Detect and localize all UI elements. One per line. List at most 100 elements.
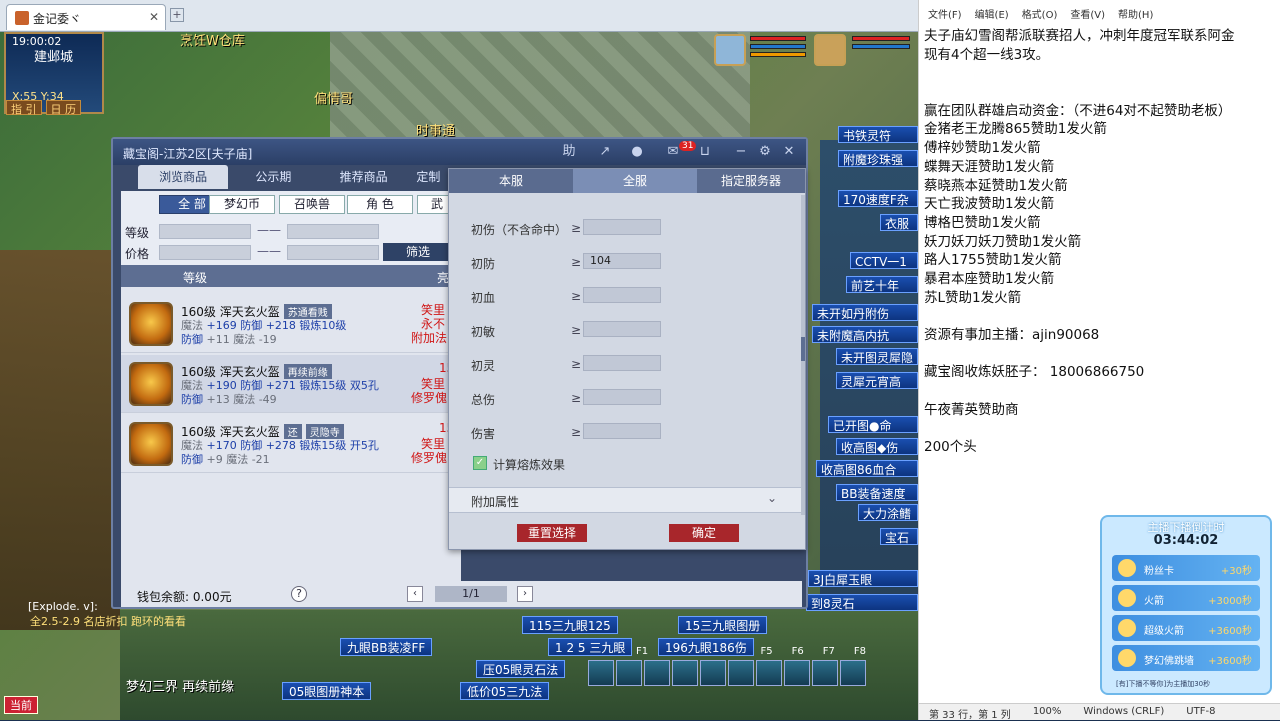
stall-sign[interactable]: 衣服 — [880, 214, 918, 231]
guide-button[interactable]: 指 引 — [6, 100, 42, 116]
stall-sign[interactable]: 收高图◆伤 — [836, 438, 918, 455]
filter-input[interactable] — [583, 219, 661, 235]
stall-sign[interactable]: 收高图86血合 — [816, 460, 918, 477]
stall-sign[interactable]: 15三九眼图册 — [678, 616, 768, 634]
tab-browse[interactable]: 浏览商品 — [138, 165, 229, 189]
stall-sign[interactable]: 未开如丹附伤 — [812, 304, 918, 321]
stall-sign[interactable]: 1 2 5 三九眼 — [548, 638, 633, 656]
menu-help[interactable]: 帮助(H) — [1118, 6, 1153, 24]
stall-sign[interactable]: 书铁灵符 — [838, 126, 918, 143]
chat-channel-current-button[interactable]: 当前 — [4, 696, 38, 714]
pet-portrait[interactable] — [814, 34, 846, 66]
stall-sign[interactable]: 05眼图册神本 — [282, 682, 372, 700]
skill-slot[interactable] — [756, 660, 782, 686]
skill-slot[interactable] — [812, 660, 838, 686]
stall-sign[interactable]: 170速度F杂 — [838, 190, 918, 207]
tab-specific-server[interactable]: 指定服务器 — [697, 169, 805, 193]
menu-format[interactable]: 格式(O) — [1022, 6, 1058, 24]
tab-recommended[interactable]: 推荐商品 — [319, 165, 409, 189]
menu-view[interactable]: 查看(V) — [1070, 6, 1105, 24]
skill-slot[interactable] — [840, 660, 866, 686]
table-row[interactable]: 160级 浑天玄火盔 苏通看贱 魔法 +169 防御 +218 锻炼10级 防御 … — [121, 295, 461, 353]
skill-slot[interactable] — [588, 660, 614, 686]
table-row[interactable]: 160级 浑天玄火盔 再续前缘 魔法 +190 防御 +271 锻炼15级 双5孔… — [121, 355, 461, 413]
browser-tab[interactable]: 金记委ヾ ✕ — [6, 4, 166, 30]
stall-sign[interactable]: 115三九眼125 — [522, 616, 618, 634]
filter-input[interactable]: 104 — [583, 253, 661, 269]
stall-sign[interactable]: 未附魔高内抗 — [812, 326, 918, 343]
stall-sign[interactable]: 附魔珍珠强 — [838, 150, 918, 167]
ge-symbol: ≥ — [571, 425, 582, 439]
minimize-icon[interactable]: − — [733, 145, 749, 159]
stall-sign[interactable]: 低价05三九法 — [460, 682, 550, 700]
calc-smelting-checkbox[interactable]: ✓ — [473, 456, 487, 470]
scrollbar-thumb[interactable] — [801, 337, 805, 361]
stall-sign[interactable]: 196九眼186伤 — [658, 638, 754, 656]
help-button[interactable]: ? — [291, 586, 307, 602]
close-icon[interactable]: ✕ — [781, 145, 797, 159]
level-min-input[interactable] — [159, 224, 251, 239]
calendar-button[interactable]: 日 历 — [45, 100, 81, 116]
skill-slot[interactable] — [672, 660, 698, 686]
price-min-input[interactable] — [159, 245, 251, 260]
stall-sign[interactable]: BB装备速度 — [836, 484, 918, 501]
skill-slot[interactable] — [700, 660, 726, 686]
filter-input[interactable] — [583, 389, 661, 405]
settings-icon[interactable]: ⚙ — [757, 145, 773, 159]
share-icon[interactable]: ↗ — [597, 145, 613, 159]
popup-scrollbar[interactable] — [801, 195, 805, 515]
filter-input[interactable] — [583, 287, 661, 303]
stall-sign[interactable]: 宝石 — [880, 528, 918, 545]
stall-sign[interactable]: 九眼BB装凌FF — [340, 638, 433, 656]
skill-slot[interactable] — [784, 660, 810, 686]
price-max-input[interactable] — [287, 245, 379, 260]
gift-value: +3600秒 — [1208, 656, 1252, 667]
category-character[interactable]: 角 色 — [347, 195, 413, 214]
cart-icon[interactable]: ⊔ — [697, 145, 713, 159]
player-portrait[interactable] — [714, 34, 746, 66]
next-page-button[interactable]: › — [517, 586, 533, 602]
stall-sign[interactable]: 大力涂鳍 — [858, 504, 918, 521]
npc-label-warehouse[interactable]: 烹饪W仓库 — [180, 30, 245, 49]
confirm-button[interactable]: 确定 — [669, 524, 739, 542]
extra-attributes-dropdown[interactable]: 附加属性 ⌄ — [449, 487, 805, 513]
filter-input[interactable] — [583, 423, 661, 439]
menu-edit[interactable]: 编辑(E) — [975, 6, 1009, 24]
skill-bar[interactable] — [588, 660, 908, 690]
prev-page-button[interactable]: ‹ — [407, 586, 423, 602]
text-line: 暴君本座赞助1发火箭 — [924, 270, 1055, 287]
stall-sign[interactable]: 前艺十年 — [846, 276, 918, 293]
col-level-header[interactable]: 等级 — [183, 269, 207, 286]
price-label: 价格 — [125, 247, 150, 261]
tab-public[interactable]: 公示期 — [228, 165, 318, 189]
help-icon[interactable]: 助 — [561, 145, 577, 159]
stall-sign[interactable]: 未开图灵犀隐 — [836, 348, 918, 365]
table-row[interactable]: 160级 浑天玄火盔还灵隐寺 魔法 +170 防御 +278 锻炼15级 开5孔… — [121, 415, 461, 473]
stall-sign[interactable]: 压05眼灵石法 — [476, 660, 566, 678]
skill-slot[interactable] — [644, 660, 670, 686]
tab-this-server[interactable]: 本服 — [449, 169, 573, 193]
tab-custom[interactable]: 定制 — [409, 165, 448, 189]
close-icon[interactable]: ✕ — [149, 10, 159, 24]
stall-sign[interactable]: 到8灵石 — [806, 594, 918, 611]
skill-slot[interactable] — [728, 660, 754, 686]
menu-file[interactable]: 文件(F) — [928, 6, 962, 24]
skill-slot[interactable] — [616, 660, 642, 686]
filter-button[interactable]: 筛选 — [383, 243, 453, 261]
stall-sign[interactable]: 灵犀元宵高 — [836, 372, 918, 389]
stall-sign[interactable]: 已开图●命 — [828, 416, 918, 433]
npc-label-1[interactable]: 偏情哥 — [314, 88, 353, 107]
level-max-input[interactable] — [287, 224, 379, 239]
chat-sender[interactable]: [Explode. v]: — [28, 600, 98, 613]
category-currency[interactable]: 梦幻币 — [209, 195, 275, 214]
stall-sign[interactable]: CCTV一1 — [850, 252, 918, 269]
category-pet[interactable]: 召唤兽 — [279, 195, 345, 214]
filter-input[interactable] — [583, 355, 661, 371]
filter-input[interactable] — [583, 321, 661, 337]
tab-all-servers[interactable]: 全服 — [573, 169, 697, 193]
notepad-text-area[interactable]: 夫子庙幻雪阁帮派联赛招人，冲刺年度冠军联系阿金 现有4个超一线3攻。 赢在团队群雄启… — [924, 27, 1274, 457]
stall-sign[interactable]: 3J白犀玉眼 — [808, 570, 918, 587]
reset-button[interactable]: 重置选择 — [517, 524, 587, 542]
new-tab-button[interactable]: + — [170, 8, 184, 22]
record-icon[interactable]: ● — [629, 145, 645, 159]
